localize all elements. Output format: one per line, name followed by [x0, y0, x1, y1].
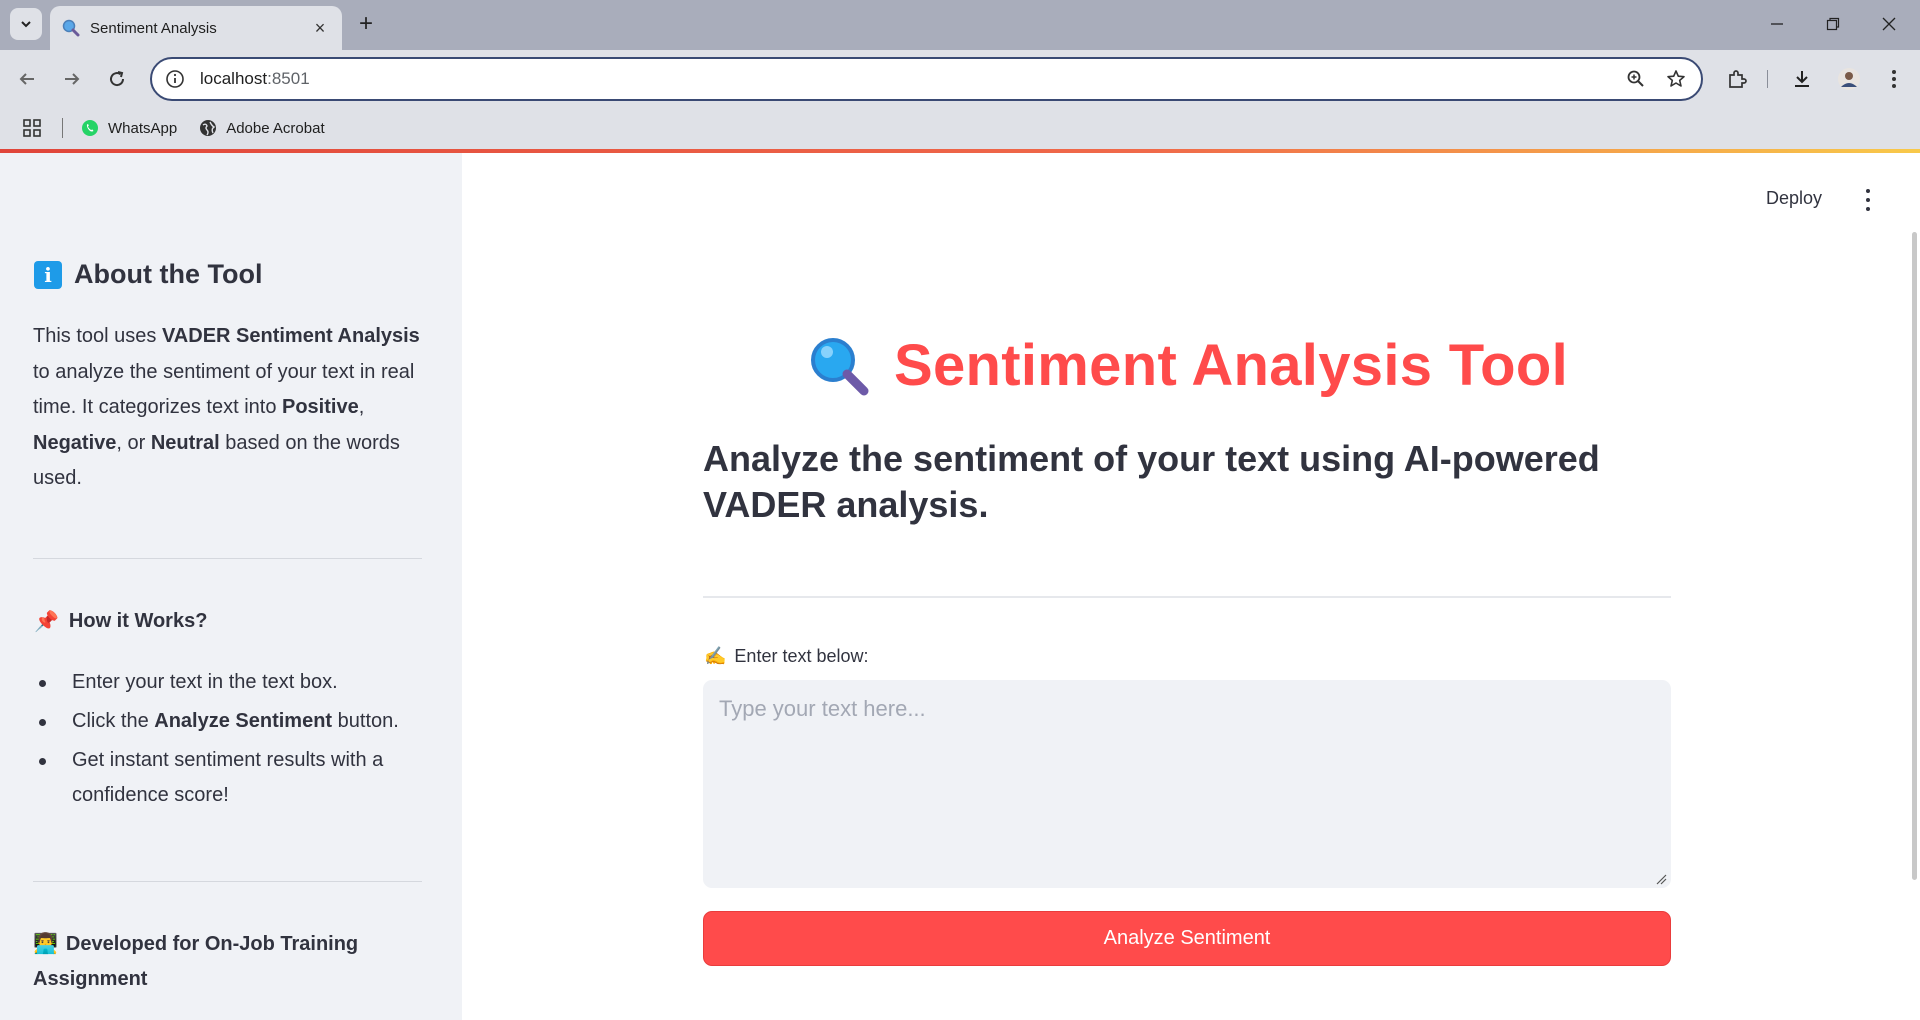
- about-text-part: ,: [358, 396, 365, 418]
- about-text-bold: Negative: [33, 431, 117, 454]
- tab-title: Sentiment Analysis: [90, 19, 217, 37]
- tab-search-button[interactable]: [10, 8, 42, 40]
- page-scrollbar[interactable]: [1912, 232, 1917, 880]
- info-icon: i: [34, 260, 62, 289]
- url-host: localhost: [200, 69, 268, 88]
- browser-tab-active[interactable]: Sentiment Analysis ×: [50, 6, 342, 50]
- resize-handle-icon[interactable]: [1656, 874, 1667, 885]
- new-tab-button[interactable]: +: [352, 10, 380, 38]
- browser-menu-button[interactable]: [1879, 64, 1909, 94]
- page-subtitle: Analyze the sentiment of your text using…: [703, 438, 1600, 525]
- toolbar-separator: [1767, 70, 1768, 88]
- extensions-button[interactable]: [1722, 64, 1752, 94]
- bookmark-label: WhatsApp: [108, 119, 178, 137]
- magnifier-icon: [810, 337, 869, 395]
- developer-note: 👨‍💻 Developed for On-Job Training Assignm…: [33, 927, 428, 997]
- page-title: Sentiment Analysis Tool: [703, 332, 1671, 399]
- writing-hand-icon: ✍️: [704, 646, 727, 666]
- about-text-bold: Positive: [282, 396, 359, 418]
- browser-tab-strip: Sentiment Analysis × +: [0, 0, 1920, 50]
- avatar-icon: [1838, 68, 1860, 90]
- kebab-dot: [1866, 197, 1870, 202]
- about-paragraph: This tool uses VADER Sentiment Analysis …: [33, 319, 428, 497]
- bookmarks-bar: WhatsApp Adobe Acrobat: [0, 107, 1920, 149]
- browser-toolbar: localhost:8501: [0, 50, 1920, 107]
- input-label: ✍️ Enter text below:: [704, 646, 869, 667]
- list-item: Enter your text in the text box.: [33, 665, 428, 700]
- site-info-icon[interactable]: [164, 68, 186, 90]
- steps-list: Enter your text in the text box. Click t…: [33, 665, 428, 817]
- about-heading-text: About the Tool: [74, 259, 263, 289]
- kebab-dot: [1866, 188, 1870, 193]
- step-text: Click the: [72, 710, 155, 732]
- magnifier-icon: [62, 19, 80, 37]
- kebab-dot: [1866, 207, 1870, 212]
- list-item: Click the Analyze Sentiment button.: [33, 704, 428, 739]
- restore-icon: [1826, 17, 1840, 31]
- minimize-button[interactable]: [1757, 8, 1797, 40]
- bookmarks-separator: [62, 118, 63, 138]
- forward-button[interactable]: [57, 64, 87, 94]
- how-heading: 📌 How it Works?: [34, 609, 207, 634]
- bookmark-label: Adobe Acrobat: [226, 119, 325, 137]
- sidebar-divider: [33, 558, 422, 559]
- arrow-right-icon: [65, 73, 80, 85]
- about-text-part: , or: [116, 431, 151, 454]
- reload-button[interactable]: [102, 64, 132, 94]
- profile-avatar[interactable]: [1834, 64, 1864, 94]
- input-label-text: Enter text below:: [734, 646, 869, 666]
- page-title-text: Sentiment Analysis Tool: [893, 333, 1568, 398]
- back-button[interactable]: [12, 64, 42, 94]
- bookmark-star-icon[interactable]: [1661, 64, 1691, 94]
- bookmark-adobe-acrobat[interactable]: Adobe Acrobat: [199, 119, 325, 137]
- sidebar-divider: [33, 881, 422, 882]
- tab-close-button[interactable]: ×: [310, 18, 330, 38]
- about-heading: i About the Tool: [34, 259, 262, 290]
- app-menu-button[interactable]: [1860, 186, 1876, 214]
- how-heading-text: How it Works?: [68, 610, 208, 632]
- close-icon: [1882, 17, 1896, 31]
- close-window-button[interactable]: [1869, 8, 1909, 40]
- zoom-icon[interactable]: [1621, 64, 1651, 94]
- about-text-bold: VADER Sentiment Analysis: [161, 325, 420, 347]
- restore-button[interactable]: [1813, 8, 1853, 40]
- technologist-icon: 👨‍💻: [33, 933, 58, 955]
- about-text-part: This tool uses: [33, 325, 162, 347]
- kebab-menu-icon: [1892, 70, 1896, 88]
- analyze-sentiment-button[interactable]: Analyze Sentiment: [703, 911, 1671, 966]
- downloads-button[interactable]: [1787, 64, 1817, 94]
- bookmark-whatsapp[interactable]: WhatsApp: [81, 119, 177, 137]
- reload-icon: [110, 71, 125, 87]
- arrow-left-icon: [19, 73, 34, 85]
- list-item: Get instant sentiment results with a con…: [33, 743, 428, 813]
- whatsapp-icon: [82, 120, 98, 136]
- apps-grid-icon[interactable]: [20, 116, 44, 140]
- address-bar[interactable]: localhost:8501: [150, 57, 1703, 101]
- step-text: button.: [332, 710, 399, 732]
- step-text: Enter your text in the text box.: [72, 671, 338, 693]
- step-text-bold: Analyze Sentiment: [154, 710, 333, 732]
- download-icon: [1795, 71, 1809, 87]
- developer-note-text: Developed for On-Job Training Assignment: [33, 933, 359, 990]
- url-text[interactable]: localhost:8501: [200, 69, 1621, 89]
- main-divider: [703, 596, 1671, 598]
- url-port: :8501: [267, 69, 310, 88]
- about-text-bold: Neutral: [150, 431, 220, 454]
- globe-icon: [200, 120, 217, 136]
- puzzle-icon: [1729, 70, 1747, 88]
- step-text: Get instant sentiment results with a con…: [72, 749, 384, 806]
- sentiment-text-input[interactable]: [703, 680, 1671, 888]
- deploy-button[interactable]: Deploy: [1766, 188, 1822, 209]
- chevron-down-icon: [21, 21, 31, 28]
- minimize-icon: [1771, 23, 1783, 25]
- pushpin-icon: 📌: [34, 611, 59, 633]
- sidebar: i About the Tool This tool uses VADER Se…: [0, 153, 462, 1020]
